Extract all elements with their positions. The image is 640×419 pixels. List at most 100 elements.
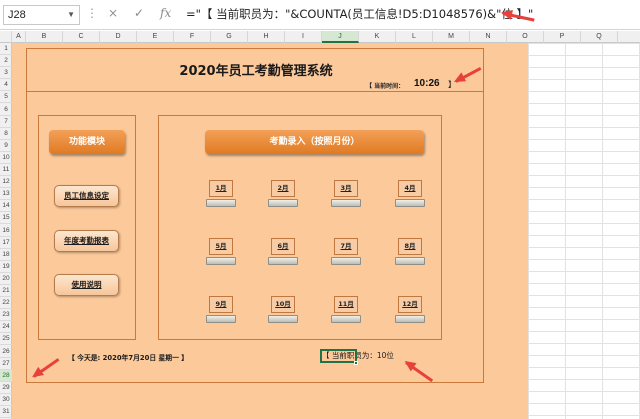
column-header-q[interactable]: Q [581, 31, 618, 43]
row-header-18[interactable]: 18 [0, 249, 12, 261]
column-header-e[interactable]: E [137, 31, 174, 43]
laptop-icon [395, 199, 425, 207]
fill-handle[interactable] [354, 361, 358, 365]
chevron-down-icon[interactable]: ▼ [67, 6, 75, 24]
title-divider [26, 91, 484, 92]
name-box-value: J28 [8, 9, 26, 21]
column-header-bar: ABCDEFGHIJKLMNOPQ [0, 31, 640, 43]
row-header-1[interactable]: 1 [0, 43, 12, 56]
month-button-9[interactable]: 9月 [206, 296, 236, 328]
month-button-12[interactable]: 12月 [395, 296, 425, 328]
row-header-19[interactable]: 19 [0, 261, 12, 273]
month-button-10[interactable]: 10月 [268, 296, 298, 328]
row-header-27[interactable]: 27 [0, 358, 12, 370]
month-label: 4月 [398, 180, 422, 197]
column-header-n[interactable]: N [470, 31, 507, 43]
laptop-icon [206, 199, 236, 207]
row-header-11[interactable]: 11 [0, 164, 12, 177]
column-header-d[interactable]: D [100, 31, 137, 43]
month-label: 6月 [271, 238, 295, 255]
row-header-14[interactable]: 14 [0, 200, 12, 213]
column-header-j[interactable]: J [322, 31, 359, 43]
row-header-4[interactable]: 4 [0, 79, 12, 92]
row-header-7[interactable]: 7 [0, 116, 12, 128]
column-header-m[interactable]: M [433, 31, 470, 43]
month-label: 11月 [334, 296, 358, 313]
column-header-f[interactable]: F [174, 31, 211, 43]
instructions-button[interactable]: 使用说明 [54, 274, 119, 296]
laptop-icon [331, 199, 361, 207]
row-header-30[interactable]: 30 [0, 394, 12, 406]
laptop-icon [331, 315, 361, 323]
row-header-23[interactable]: 23 [0, 309, 12, 322]
formula-input[interactable]: ="【 当前职员为："&COUNTA(员工信息!D5:D1048576)&"位 … [186, 6, 533, 22]
row-header-20[interactable]: 20 [0, 273, 12, 285]
row-header-6[interactable]: 6 [0, 104, 12, 116]
laptop-icon [268, 257, 298, 265]
empty-grid-area[interactable] [528, 43, 640, 419]
column-header-i[interactable]: I [285, 31, 322, 43]
row-header-22[interactable]: 22 [0, 297, 12, 310]
laptop-icon [206, 315, 236, 323]
row-header-9[interactable]: 9 [0, 140, 12, 152]
month-label: 3月 [334, 180, 358, 197]
month-button-8[interactable]: 8月 [395, 238, 425, 270]
row-header-bar: 1 2 3 4 5 6 7 8 9 10 11 12 13 14 15 16 17 18 19 20 21 22 23 24 2… [0, 43, 12, 419]
column-header-a[interactable]: A [12, 31, 26, 43]
laptop-icon [395, 257, 425, 265]
system-title: 2020年员工考勤管理系统 [179, 64, 333, 79]
employee-info-button[interactable]: 员工信息设定 [54, 185, 119, 207]
today-date-text: 【 今天是: 2020年7月20日 星期一 】 [68, 354, 189, 362]
select-all-corner[interactable] [0, 31, 12, 43]
month-label: 1月 [209, 180, 233, 197]
annual-report-button[interactable]: 年度考勤报表 [54, 230, 119, 252]
row-header-29[interactable]: 29 [0, 382, 12, 394]
column-header-c[interactable]: C [63, 31, 100, 43]
row-header-31[interactable]: 31 [0, 406, 12, 419]
month-button-1[interactable]: 1月 [206, 180, 236, 212]
row-header-17[interactable]: 17 [0, 237, 12, 249]
row-header-10[interactable]: 10 [0, 152, 12, 164]
row-header-8[interactable]: 8 [0, 128, 12, 140]
insert-function-icon[interactable]: fx [160, 6, 171, 20]
laptop-icon [268, 315, 298, 323]
selected-cell-border [320, 349, 357, 363]
row-header-26[interactable]: 26 [0, 346, 12, 358]
enter-check-icon[interactable]: ✓ [134, 6, 144, 20]
row-header-12[interactable]: 12 [0, 176, 12, 189]
column-header-k[interactable]: K [359, 31, 396, 43]
name-box[interactable]: J28 ▼ [3, 5, 80, 25]
column-header-p[interactable]: P [544, 31, 581, 43]
month-button-7[interactable]: 7月 [331, 238, 361, 270]
month-button-5[interactable]: 5月 [206, 238, 236, 270]
column-header-h[interactable]: H [248, 31, 285, 43]
formula-bar-grip-icon: ⋮ [86, 6, 98, 20]
column-header-o[interactable]: O [507, 31, 544, 43]
month-button-6[interactable]: 6月 [268, 238, 298, 270]
row-header-15[interactable]: 15 [0, 212, 12, 225]
formula-bar: J28 ▼ ⋮ × ✓ fx ="【 当前职员为："&COUNTA(员工信息!D… [0, 0, 640, 30]
laptop-icon [395, 315, 425, 323]
month-label: 2月 [271, 180, 295, 197]
row-header-13[interactable]: 13 [0, 188, 12, 201]
month-button-4[interactable]: 4月 [395, 180, 425, 212]
column-header-b[interactable]: B [26, 31, 63, 43]
row-header-24[interactable]: 24 [0, 321, 12, 334]
row-header-5[interactable]: 5 [0, 91, 12, 104]
row-header-21[interactable]: 21 [0, 285, 12, 298]
column-header-g[interactable]: G [211, 31, 248, 43]
row-header-28[interactable]: 28 [0, 369, 12, 382]
month-label: 5月 [209, 238, 233, 255]
row-header-25[interactable]: 25 [0, 333, 12, 346]
time-value: 10:26 [414, 78, 440, 89]
month-button-2[interactable]: 2月 [268, 180, 298, 212]
laptop-icon [268, 199, 298, 207]
column-header-l[interactable]: L [396, 31, 433, 43]
month-button-11[interactable]: 11月 [331, 296, 361, 328]
attendance-entry-header: 考勤录入（按照月份） [205, 130, 424, 154]
month-button-3[interactable]: 3月 [331, 180, 361, 212]
cancel-icon[interactable]: × [108, 6, 118, 20]
month-label: 7月 [334, 238, 358, 255]
row-header-16[interactable]: 16 [0, 225, 12, 237]
laptop-icon [331, 257, 361, 265]
